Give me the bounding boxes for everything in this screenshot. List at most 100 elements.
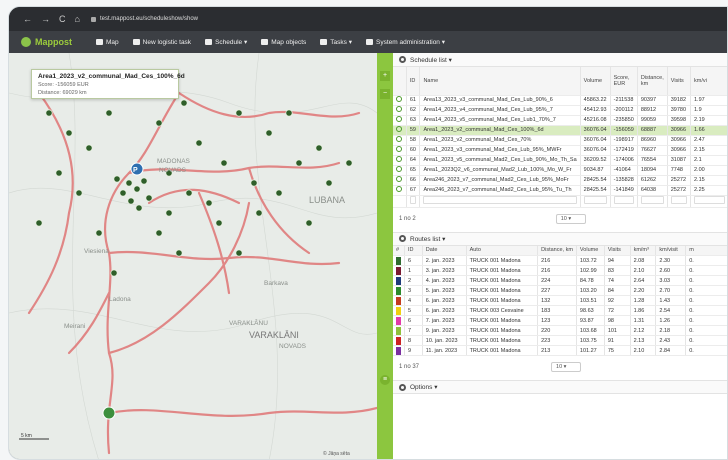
column-header[interactable]: km/visit [655, 245, 687, 256]
schedule-row[interactable]: 64 Area1_2023_v5_communal_Mad2_Ces_Lub_90… [393, 155, 727, 166]
table-cell: TRUCK 001 Madona [466, 285, 539, 296]
table-cell: TRUCK 001 Madona [466, 345, 539, 356]
forward-icon[interactable]: → [41, 14, 50, 24]
filter-input[interactable] [610, 195, 638, 208]
back-icon[interactable]: ← [23, 14, 32, 24]
table-cell: Area1_2023_v5_communal_Mad2_Ces_Lub_90%_… [419, 155, 581, 166]
pager-text: 1 no 37 [399, 364, 420, 370]
schedule-row[interactable]: 65 Area1_2023Q2_v6_communal_Mad2_Lub_100%… [393, 165, 727, 176]
schedule-row[interactable]: 59 Area1_2023_v2_communal_Mad_Ces_100%_6d… [393, 125, 727, 136]
table-cell: TRUCK 001 Madona [466, 275, 539, 286]
schedule-row[interactable]: 58 Area1_2023_v2_communal_Mad_Ces_70% 3607… [393, 135, 727, 146]
column-header[interactable]: Volume [576, 245, 605, 256]
map-view[interactable]: MADONAS NOVADS LUBANA Barkava Ladona Vie… [9, 53, 377, 460]
plus-icon[interactable]: + [380, 71, 390, 81]
route-row[interactable]: 6 2. jan. 2023 TRUCK 001 Madona 216 103.72 94… [393, 255, 727, 266]
table-cell: -172419 [610, 145, 638, 156]
column-header[interactable]: ID [406, 67, 421, 96]
schedule-row[interactable]: 60 Area1_2023_v3_communal_Mad_Ces_Lub_95%… [393, 145, 727, 156]
table-cell: 93.87 [576, 315, 605, 326]
map-label: VARAKLĀNU [229, 319, 268, 327]
minus-icon[interactable]: − [380, 89, 390, 99]
layers-icon[interactable]: ≡ [380, 375, 390, 385]
schedule-row[interactable]: 66 Area246_2023_v7_communal_Mad2_Ces_Lub_… [393, 175, 727, 186]
home-icon[interactable]: ⌂ [75, 14, 80, 24]
route-row[interactable]: 7 9. jan. 2023 TRUCK 001 Madona 220 103.68 10… [393, 325, 727, 336]
route-row[interactable]: 6 7. jan. 2023 TRUCK 001 Madona 123 93.87 98 1… [393, 315, 727, 326]
panel-toggle-bar[interactable]: + − ≡ [377, 53, 393, 459]
cluster-marker[interactable] [102, 406, 116, 420]
page-size-select[interactable]: 10 ▾ [555, 213, 586, 224]
table-cell: Area1_2023_v2_communal_Mad_Ces_100%_6d [419, 125, 581, 136]
table-cell: 2 [404, 275, 423, 286]
filter-input[interactable] [406, 195, 421, 208]
table-cell: 101 [604, 325, 631, 336]
table-cell: 1.28 [630, 295, 657, 306]
schedule-list-header[interactable]: Schedule list ▾ [393, 53, 727, 67]
filter-input[interactable] [667, 195, 692, 208]
route-row[interactable]: 5 6. jan. 2023 TRUCK 003 Cesvaine 183 98.63 7… [393, 305, 727, 316]
column-header[interactable]: Visits [667, 67, 692, 96]
filter-input[interactable] [419, 195, 581, 208]
nav-tasks[interactable]: Tasks ▾ [320, 38, 352, 46]
column-header[interactable]: Distance, km [637, 67, 668, 96]
map-canvas[interactable]: MADONAS NOVADS LUBANA Barkava Ladona Vie… [9, 53, 377, 460]
schedule-row[interactable]: 67 Area246_2023_v7_communal_Mad2_Ces_Lub_… [393, 185, 727, 196]
mappost-logo-icon [21, 37, 31, 47]
column-header[interactable]: Volume [580, 67, 611, 96]
route-row[interactable]: 3 5. jan. 2023 TRUCK 001 Madona 227 103.20 84… [393, 285, 727, 296]
nav-map-objects[interactable]: Map objects [261, 39, 306, 46]
calendar-icon [205, 39, 213, 45]
table-cell: 98 [604, 315, 631, 326]
nav-system-administration[interactable]: System administration ▾ [365, 38, 445, 46]
column-header[interactable]: Distance, km [537, 245, 577, 256]
nav-map[interactable]: Map [96, 39, 119, 46]
route-row[interactable]: 9 11. jan. 2023 TRUCK 001 Madona 213 101.27 7… [393, 345, 727, 356]
route-row[interactable]: 2 4. jan. 2023 TRUCK 001 Madona 224 84.78 74 2… [393, 275, 727, 286]
column-header[interactable]: # [393, 245, 405, 256]
options-header[interactable]: Options ▾ [393, 380, 727, 394]
column-header[interactable]: ID [404, 245, 423, 256]
schedule-row[interactable]: 61 Area13_2023_v3_communal_Mad_Ces_Lub_90… [393, 95, 727, 106]
table-cell: 60 [406, 145, 421, 156]
route-color-swatch [393, 305, 405, 316]
page-size-select[interactable]: 10 ▾ [551, 362, 582, 372]
route-row[interactable]: 8 10. jan. 2023 TRUCK 001 Madona 223 103.75 9… [393, 335, 727, 346]
filter-input[interactable] [637, 195, 668, 208]
route-color-swatch [393, 255, 405, 266]
schedule-row[interactable]: 63 Area14_2023_v5_communal_Mad_Ces_Lub1_7… [393, 115, 727, 126]
reload-icon[interactable]: C [59, 14, 66, 24]
route-row[interactable]: 4 6. jan. 2023 TRUCK 001 Madona 132 103.51 92… [393, 295, 727, 306]
column-header[interactable]: m [685, 245, 727, 256]
filter-input[interactable] [690, 195, 727, 208]
table-cell: 0. [685, 345, 727, 356]
brand-logo[interactable]: Mappost [21, 37, 72, 47]
column-header[interactable] [393, 67, 407, 96]
route-row[interactable]: 1 3. jan. 2023 TRUCK 001 Madona 216 102.99 83… [393, 265, 727, 276]
table-cell: 103.51 [576, 295, 605, 306]
column-header[interactable]: km/vi [690, 67, 727, 96]
column-header[interactable]: Date [422, 245, 467, 256]
column-header[interactable]: km/m³ [630, 245, 657, 256]
schedule-row[interactable]: 62 Area14_2023_v4_communal_Mad_Ces_Lub_95… [393, 105, 727, 116]
nav-schedule[interactable]: Schedule ▾ [205, 38, 247, 46]
nav-new-logistic-task[interactable]: New logistic task [132, 38, 192, 46]
table-cell: Area246_2023_v7_communal_Mad2_Ces_Lub_95… [419, 185, 581, 196]
column-header[interactable]: Visits [604, 245, 631, 256]
nav-label: New logistic task [142, 38, 192, 46]
table-cell: 18094 [637, 165, 668, 176]
address-bar[interactable]: test.mappost.eu/scheduleshow/show [90, 16, 198, 22]
tooltip-title: Area1_2023_v2_communal_Mad_Ces_100%_6d [38, 73, 185, 80]
table-cell: TRUCK 001 Madona [466, 295, 539, 306]
filter-input[interactable] [580, 195, 611, 208]
table-cell: 103.68 [576, 325, 605, 336]
column-header[interactable]: Auto [466, 245, 539, 256]
nav-label: Schedule ▾ [215, 39, 248, 46]
table-cell: 64 [406, 155, 421, 166]
column-header[interactable]: Score, EUR [610, 67, 638, 96]
table-cell: 224 [537, 275, 577, 286]
column-header[interactable]: Name [419, 67, 581, 96]
routes-list-header[interactable]: Routes list ▾ [393, 231, 727, 246]
table-cell: 6 [404, 255, 423, 266]
table-cell: 6 [404, 315, 423, 326]
